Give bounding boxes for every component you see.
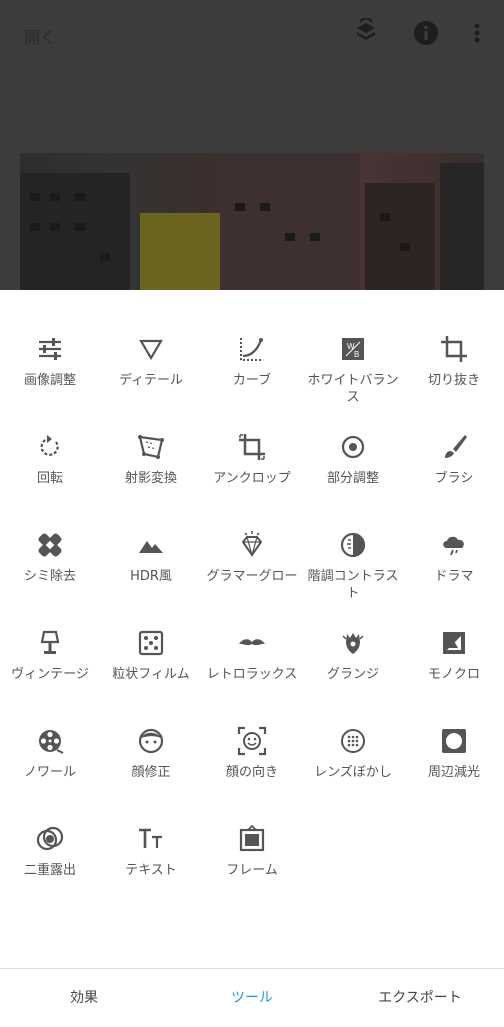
tool-label: 部分調整 <box>326 471 379 486</box>
face-frame-icon <box>237 726 267 756</box>
film-reel-icon <box>39 730 64 754</box>
diamond-icon <box>241 531 263 557</box>
tool-white-balance[interactable]: W B ホワイトバランス <box>303 318 403 406</box>
text-icon <box>139 828 162 848</box>
tool-grunge[interactable]: グランジ <box>303 612 403 683</box>
lamp-icon <box>40 630 60 654</box>
tool-label: 画像調整 <box>23 373 76 388</box>
face-icon <box>138 728 164 754</box>
dice-icon <box>138 630 164 656</box>
tool-label: ノワール <box>23 765 76 780</box>
tool-label: グランジ <box>326 667 379 682</box>
photo-preview[interactable] <box>20 153 484 290</box>
tool-label: 階調コントラスト <box>307 569 399 601</box>
tool-expand[interactable]: アンクロップ <box>202 416 302 487</box>
tool-grainy-film[interactable]: 粒状フィルム <box>101 612 201 683</box>
tool-label: 顔修正 <box>131 765 171 780</box>
tool-label: グラマーグロー <box>206 569 298 584</box>
nav-tab-looks[interactable]: 効果 <box>0 969 168 1025</box>
nav-tab-tools[interactable]: ツール <box>168 969 336 1025</box>
tool-label: 二重露出 <box>23 863 76 878</box>
tool-label: 顔の向き <box>225 765 278 780</box>
info-icon[interactable] <box>411 18 441 48</box>
top-overlay: 開く <box>0 0 504 290</box>
tool-label: カーブ <box>232 373 272 388</box>
tonal-contrast-icon <box>340 532 366 558</box>
tool-label: フレーム <box>226 863 278 878</box>
selective-icon <box>341 435 365 459</box>
tool-vintage[interactable]: ヴィンテージ <box>0 612 100 683</box>
brush-icon <box>445 435 467 458</box>
tool-double-exposure[interactable]: 二重露出 <box>0 808 100 879</box>
healing-icon <box>38 533 62 557</box>
tool-label: アンクロップ <box>213 471 291 486</box>
guitar-icon <box>342 633 364 654</box>
tool-label: ブラシ <box>434 471 474 486</box>
tool-frames[interactable]: フレーム <box>202 808 302 879</box>
tool-rotate[interactable]: 回転 <box>0 416 100 487</box>
tool-details[interactable]: ディテール <box>101 318 201 389</box>
tool-tonal-contrast[interactable]: 階調コントラスト <box>303 514 403 602</box>
tune-icon <box>39 338 61 360</box>
hdr-mountain-icon <box>139 541 163 553</box>
mustache-icon <box>239 639 265 646</box>
tool-curves[interactable]: カーブ <box>202 318 302 389</box>
double-exposure-icon <box>36 826 64 851</box>
tool-hdr[interactable]: HDR風 <box>101 514 201 585</box>
tool-label: ホワイトバランス <box>307 373 399 405</box>
monochrome-icon <box>443 632 465 654</box>
tool-label: レンズぼかし <box>314 765 392 780</box>
more-vert-icon[interactable] <box>462 18 492 48</box>
svg-text:B: B <box>354 350 359 359</box>
expand-icon <box>239 434 265 460</box>
bottom-navigation: 効果 ツール エクスポート <box>0 968 504 1025</box>
curve-icon <box>240 338 263 361</box>
tool-label: 射影変換 <box>124 471 177 486</box>
lens-blur-icon <box>341 729 365 753</box>
tool-label: 周辺減光 <box>427 765 480 780</box>
tool-label: 回転 <box>36 471 63 486</box>
open-button[interactable]: 開く <box>24 24 56 48</box>
crop-icon <box>441 336 467 362</box>
tool-label: 切り抜き <box>427 373 480 388</box>
tool-brush[interactable]: ブラシ <box>404 416 504 487</box>
tool-label: 粒状フィルム <box>112 667 190 682</box>
vignette-icon <box>442 729 466 753</box>
tool-perspective[interactable]: 射影変換 <box>101 416 201 487</box>
tool-healing[interactable]: シミ除去 <box>0 514 100 585</box>
tool-label: シミ除去 <box>23 569 76 584</box>
tool-label: テキスト <box>125 863 177 878</box>
tool-selective[interactable]: 部分調整 <box>303 416 403 487</box>
rotate-icon <box>40 435 59 456</box>
tool-label: ドラマ <box>434 569 474 584</box>
tool-vignette[interactable]: 周辺減光 <box>404 710 504 781</box>
tool-text[interactable]: テキスト <box>101 808 201 879</box>
tool-drama[interactable]: ドラマ <box>404 514 504 585</box>
tool-retrolux[interactable]: レトロラックス <box>202 612 302 683</box>
triangle-icon <box>139 339 163 361</box>
tool-noir[interactable]: ノワール <box>0 710 100 781</box>
tool-label: ディテール <box>118 373 184 388</box>
perspective-icon <box>138 435 164 459</box>
tool-portrait[interactable]: 顔修正 <box>101 710 201 781</box>
tool-lens-blur[interactable]: レンズぼかし <box>303 710 403 781</box>
cloud-storm-icon <box>443 536 464 556</box>
white-balance-icon: W B <box>342 338 364 360</box>
tool-label: HDR風 <box>130 569 172 584</box>
tool-crop[interactable]: 切り抜き <box>404 318 504 389</box>
tool-monochrome[interactable]: モノクロ <box>404 612 504 683</box>
frame-icon <box>239 824 265 852</box>
tool-glamour-glow[interactable]: グラマーグロー <box>202 514 302 585</box>
layers-swap-icon[interactable] <box>351 18 381 48</box>
tool-tune[interactable]: 画像調整 <box>0 318 100 389</box>
tool-label: モノクロ <box>427 667 480 682</box>
tool-label: ヴィンテージ <box>11 667 89 682</box>
tool-label: レトロラックス <box>206 667 298 682</box>
nav-tab-export[interactable]: エクスポート <box>336 969 504 1025</box>
tool-head-pose[interactable]: 顔の向き <box>202 710 302 781</box>
